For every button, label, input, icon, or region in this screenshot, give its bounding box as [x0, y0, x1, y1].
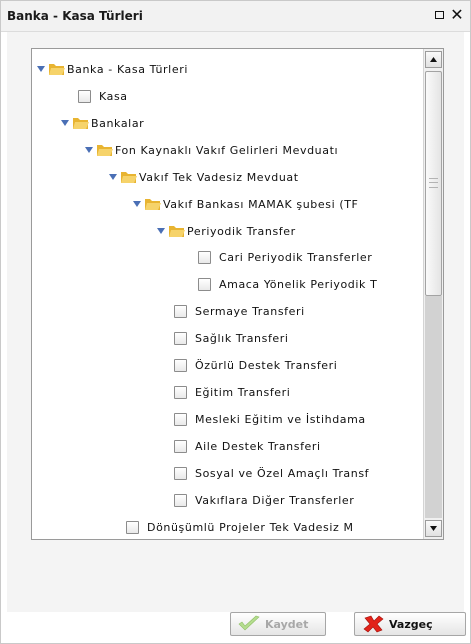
expand-arrow-icon[interactable] [60, 118, 70, 128]
save-button-label: Kaydet [265, 617, 309, 631]
tree-node-label: Eğitim Transferi [195, 385, 291, 399]
folder-open-icon [72, 116, 89, 130]
tree-node-label: Mesleki Eğitim ve İstihdama [195, 412, 366, 426]
tree-node-label: Amaca Yönelik Periyodik T [219, 277, 378, 291]
checkbox[interactable] [174, 304, 187, 318]
tree-panel: Banka - Kasa Türleri Kasa Bankalar Fon K… [31, 48, 444, 540]
tree-node-banka-kasa-turleri[interactable]: Banka - Kasa Türleri [36, 59, 188, 79]
checkbox[interactable] [126, 520, 139, 534]
folder-open-icon [120, 170, 137, 184]
expand-arrow-icon[interactable] [84, 145, 94, 155]
dialog-title: Banka - Kasa Türleri [7, 9, 143, 23]
tree-node-label: Sağlık Transferi [195, 331, 289, 345]
checkbox[interactable] [198, 277, 211, 291]
checkbox[interactable] [174, 412, 187, 426]
tree-node-fon-kaynakli[interactable]: Fon Kaynaklı Vakıf Gelirleri Mevduatı [84, 140, 338, 160]
tree-node-amaca-yonelik[interactable]: Amaca Yönelik Periyodik T [198, 274, 377, 294]
cancel-button-label: Vazgeç [389, 617, 433, 631]
checkbox[interactable] [174, 493, 187, 507]
scroll-thumb[interactable] [425, 71, 442, 296]
tree-node-aile-destek[interactable]: Aile Destek Transferi [174, 436, 321, 456]
tree-node-egitim-transferi[interactable]: Eğitim Transferi [174, 382, 290, 402]
checkbox[interactable] [174, 358, 187, 372]
title-bar[interactable]: Banka - Kasa Türleri ✕ [1, 1, 470, 32]
tree-node-periyodik-transfer[interactable]: Periyodik Transfer [156, 221, 296, 241]
tree-node-label: Kasa [99, 89, 128, 103]
tree-node-label: Vakıf Bankası MAMAK şubesi (TF [163, 197, 359, 211]
tree-node-label: Aile Destek Transferi [195, 439, 321, 453]
scroll-track[interactable] [425, 296, 442, 518]
grip-icon [429, 178, 438, 188]
checkbox[interactable] [174, 385, 187, 399]
tree-node-ozurlu-destek[interactable]: Özürlü Destek Transferi [174, 355, 337, 375]
tree-node-label: Sosyal ve Özel Amaçlı Transf [195, 466, 370, 480]
tree-node-label: Vakıf Tek Vadesiz Mevduat [139, 170, 299, 184]
checkbox[interactable] [174, 466, 187, 480]
tree-node-donusumlu-projeler[interactable]: Dönüşümlü Projeler Tek Vadesiz M [126, 517, 354, 537]
expand-arrow-icon[interactable] [36, 64, 46, 74]
tree-node-vakiflara-diger[interactable]: Vakıflara Diğer Transferler [174, 490, 354, 510]
vertical-scrollbar[interactable] [423, 49, 443, 539]
expand-arrow-icon[interactable] [108, 172, 118, 182]
scroll-down-button[interactable] [425, 520, 442, 537]
folder-open-icon [144, 197, 161, 211]
close-icon[interactable]: ✕ [449, 7, 465, 23]
tree-node-label: Vakıflara Diğer Transferler [195, 493, 355, 507]
tree-node-mesleki-egitim[interactable]: Mesleki Eğitim ve İstihdama [174, 409, 366, 429]
dialog-window: Banka - Kasa Türleri ✕ Banka - Kasa Türl… [0, 0, 471, 644]
checkmark-icon [237, 615, 261, 633]
tree-node-label: Dönüşümlü Projeler Tek Vadesiz M [147, 520, 354, 534]
tree-node-label: Fon Kaynaklı Vakıf Gelirleri Mevduatı [115, 143, 339, 157]
tree-node-vakif-bankasi-mamak[interactable]: Vakıf Bankası MAMAK şubesi (TF [132, 194, 358, 214]
checkbox[interactable] [174, 439, 187, 453]
expand-arrow-icon[interactable] [156, 226, 166, 236]
folder-open-icon [48, 62, 65, 76]
tree-node-sermaye-transferi[interactable]: Sermaye Transferi [174, 301, 305, 321]
checkbox[interactable] [78, 89, 91, 103]
tree-node-label: Banka - Kasa Türleri [67, 62, 188, 76]
folder-open-icon [96, 143, 113, 157]
red-x-icon [361, 615, 385, 633]
folder-open-icon [168, 224, 185, 238]
checkbox[interactable] [174, 331, 187, 345]
tree-node-label: Bankalar [91, 116, 145, 130]
tree-node-kasa[interactable]: Kasa [78, 86, 128, 106]
cancel-button[interactable]: Vazgeç [354, 612, 466, 636]
scroll-up-button[interactable] [425, 51, 442, 68]
save-button[interactable]: Kaydet [230, 612, 326, 636]
tree-node-vakif-tek-vadesiz[interactable]: Vakıf Tek Vadesiz Mevduat [108, 167, 299, 187]
tree-node-label: Özürlü Destek Transferi [195, 358, 338, 372]
maximize-icon[interactable] [431, 7, 447, 23]
tree-node-saglik-transferi[interactable]: Sağlık Transferi [174, 328, 289, 348]
tree-node-sosyal-ozel[interactable]: Sosyal ve Özel Amaçlı Transf [174, 463, 369, 483]
checkbox[interactable] [198, 250, 211, 264]
tree-node-cari-periyodik[interactable]: Cari Periyodik Transferler [198, 247, 372, 267]
tree-node-label: Cari Periyodik Transferler [219, 250, 373, 264]
tree-node-label: Periyodik Transfer [187, 224, 296, 238]
tree-node-label: Sermaye Transferi [195, 304, 305, 318]
tree-node-bankalar[interactable]: Bankalar [60, 113, 144, 133]
expand-arrow-icon[interactable] [132, 199, 142, 209]
